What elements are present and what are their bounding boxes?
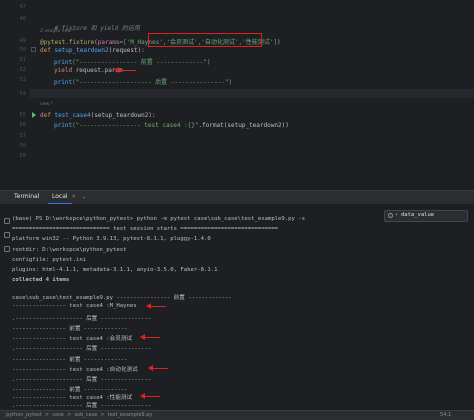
terminal-line: case\sub_case\test_example9.py ---------… <box>12 295 232 301</box>
terminal-line: ---------------- 前置 ------------- <box>12 387 128 393</box>
params-highlight-box <box>148 33 262 47</box>
terminal-line: collected 4 items <box>12 277 70 283</box>
decorator-prefix: @pytest.fixture( <box>40 39 98 46</box>
decorator-suffix: ) <box>276 39 281 46</box>
terminal-line: (base) PS D:\workspce\python_pytest> pyt… <box>12 216 305 222</box>
code-line-yield: yield request.param <box>54 67 123 74</box>
terminal-line: platform win32 -- Python 3.9.13, pytest-… <box>12 236 211 242</box>
fold-icon[interactable] <box>31 47 36 52</box>
line-number: 57 <box>19 133 26 139</box>
print-call: print <box>54 122 73 129</box>
line-number: 47 <box>19 4 26 10</box>
def-keyword: def <box>40 112 55 119</box>
current-line-highlight <box>30 89 474 98</box>
terminal-output[interactable]: (base) PS D:\workspce\python_pytest> pyt… <box>0 204 474 410</box>
print-string: ("-------------------- 后置 --------------… <box>72 79 233 86</box>
code-line-print3: print("----------------- test case4 :{}"… <box>54 122 289 129</box>
toolbar-icon[interactable] <box>4 232 10 238</box>
line-number-gutter: 47 48 49 50 51 52 53 54 55 56 57 58 59 <box>0 0 30 188</box>
line-number: 55 <box>19 112 26 118</box>
print-call: print <box>54 79 73 86</box>
function-name: setup_teardown2 <box>54 47 109 54</box>
annotation-arrow <box>140 393 160 399</box>
function-args: (request): <box>108 47 145 54</box>
search-value[interactable]: data_value <box>401 212 434 218</box>
line-number: 51 <box>19 57 26 63</box>
terminal-line: rootdir: D:\workspce\python_pytest <box>12 247 127 253</box>
terminal-line: ---------------- 前置 ------------- <box>12 357 128 363</box>
annotation-arrow <box>140 334 160 340</box>
format-call: .format(setup_teardown2)) <box>198 122 289 129</box>
line-number: 54 <box>19 91 26 97</box>
terminal-line: ============================= test sessi… <box>12 226 279 232</box>
terminal-line: configfile: pytest.ini <box>12 257 87 263</box>
terminal-line: .-------------------- 后置 --------------- <box>12 346 152 352</box>
code-line-def2: def test_case4(setup_teardown2): <box>40 112 156 119</box>
chevron-down-icon[interactable]: ⌄ <box>82 193 86 200</box>
terminal-line: ---------------- test case4 :M_Haynes <box>12 303 137 309</box>
function-args: (setup_teardown2): <box>90 112 156 119</box>
terminal-line: ---------------- 前置 ------------- <box>12 326 128 332</box>
close-icon[interactable]: × <box>72 193 76 200</box>
terminal-tab-bar: Terminal Local × ⌄ <box>0 190 474 204</box>
usage-hint: new * <box>40 102 53 107</box>
breadcrumb[interactable]: python_pytest > case > sub_case > test_e… <box>6 412 152 418</box>
annotation-arrow <box>148 365 168 371</box>
def-keyword: def <box>40 47 55 54</box>
line-number: 53 <box>19 77 26 83</box>
code-line-print2: print("-------------------- 后置 ---------… <box>54 77 232 86</box>
search-icon <box>388 213 393 218</box>
code-line-def1: def setup_teardown2(request): <box>40 47 145 54</box>
toolbar-icon[interactable] <box>4 218 10 224</box>
decorator-params-kw: params= <box>97 39 124 46</box>
line-number: 59 <box>19 153 26 159</box>
terminal-line: ---------------- test case4 :会员测试 <box>12 336 133 342</box>
cursor-position[interactable]: 54:1 <box>440 412 451 418</box>
status-bar: python_pytest > case > sub_case > test_e… <box>0 410 474 420</box>
terminal-line: .-------------------- 后置 --------------- <box>12 377 152 383</box>
print-string: ("---------------- 前置 -------------") <box>72 59 211 66</box>
line-number: 58 <box>19 143 26 149</box>
annotation-arrow <box>146 303 166 309</box>
annotation-arrow <box>114 67 136 73</box>
line-number: 48 <box>19 16 26 22</box>
line-number: 56 <box>19 122 26 128</box>
toolbar-icon[interactable] <box>4 246 10 252</box>
code-line-print1: print("---------------- 前置 -------------… <box>54 57 211 66</box>
line-number: 49 <box>19 38 26 44</box>
yield-keyword: yield <box>54 67 76 74</box>
terminal-line: .-------------------- 后置 --------------- <box>12 316 152 322</box>
usage-hint: 2 usages new * <box>40 29 75 34</box>
tab-local[interactable]: Local <box>48 193 72 204</box>
line-number: 50 <box>19 47 26 53</box>
run-test-icon[interactable] <box>32 112 36 118</box>
print-call: print <box>54 59 73 66</box>
function-name: test_case4 <box>54 112 91 119</box>
line-number: 52 <box>19 67 26 73</box>
code-editor[interactable]: 47 48 49 50 51 52 53 54 55 56 57 58 59 #… <box>0 0 474 188</box>
terminal-line: ---------------- test case4 :性能测试 <box>12 395 133 401</box>
terminal-line: .-------------------- 后置 --------------- <box>12 403 152 409</box>
terminal-line: ---------------- test case4 :自动化测试 <box>12 367 138 373</box>
terminal-line: plugins: html-4.1.1, metadata-3.1.1, any… <box>12 267 218 273</box>
print-string: ("----------------- test case4 :{}" <box>72 122 199 129</box>
search-options-icon[interactable]: ▾ <box>395 212 398 218</box>
code-line-comment: # fixture 和 yield 的运用 <box>40 16 139 39</box>
tab-terminal[interactable]: Terminal <box>14 193 39 200</box>
